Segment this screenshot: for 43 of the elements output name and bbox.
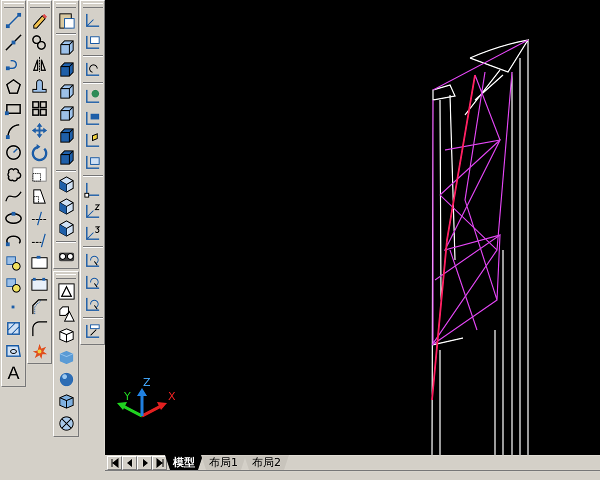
mirror-icon[interactable] <box>30 55 49 74</box>
copy-circles-icon[interactable] <box>30 33 49 52</box>
y-axis-label: Y <box>124 390 131 403</box>
ucs-axes-icon[interactable] <box>83 202 102 221</box>
text-tool-button[interactable]: A <box>7 363 20 383</box>
scale-icon[interactable] <box>30 165 49 184</box>
move-icon[interactable] <box>30 121 49 140</box>
scroll-button[interactable] <box>122 456 137 470</box>
hatch-icon[interactable] <box>4 319 23 338</box>
layout-tab[interactable]: 模型 <box>165 455 203 470</box>
chamfer-icon[interactable] <box>30 297 49 316</box>
ucs-axes-icon <box>117 388 167 418</box>
rotate-icon[interactable] <box>30 143 49 162</box>
crossed-sphere-icon[interactable] <box>56 414 76 433</box>
ucs-axes-icon[interactable] <box>83 224 102 243</box>
ucs-axes-icon[interactable] <box>83 131 102 150</box>
grid-icon[interactable] <box>30 99 49 118</box>
line-icon[interactable] <box>4 33 23 52</box>
circle-icon[interactable] <box>4 143 23 162</box>
trim-icon[interactable] <box>30 209 49 228</box>
fillet-icon[interactable] <box>30 319 49 338</box>
ucs-axes-icon[interactable] <box>83 60 102 79</box>
clipboard-icon[interactable] <box>56 11 76 30</box>
bar-triangle-icon <box>110 458 120 468</box>
layout-tab[interactable]: 布局1 <box>201 455 246 470</box>
ucs-axes-icon[interactable] <box>83 33 102 52</box>
x-axis-label: X <box>168 390 176 403</box>
ucs-axes-icon[interactable] <box>83 180 102 199</box>
isometric-cube-icon[interactable] <box>56 175 76 194</box>
pentagon-icon[interactable] <box>4 77 23 96</box>
wireframe-cube-icon[interactable] <box>56 326 76 345</box>
bar-triangle-icon <box>154 458 164 468</box>
shapes-icon[interactable] <box>56 304 76 323</box>
scroll-end-button[interactable] <box>152 456 167 470</box>
scroll-button[interactable] <box>137 456 152 470</box>
hide-icon[interactable] <box>56 282 76 301</box>
scroll-end-button[interactable] <box>107 456 122 470</box>
z-axis-label: Z <box>143 376 151 389</box>
cube-icon[interactable] <box>56 392 76 411</box>
isometric-cube-icon[interactable] <box>56 219 76 238</box>
isometric-cube-icon[interactable] <box>56 197 76 216</box>
ucs-axes-icon[interactable] <box>83 322 102 341</box>
layout-tab[interactable]: 布局2 <box>244 455 289 470</box>
